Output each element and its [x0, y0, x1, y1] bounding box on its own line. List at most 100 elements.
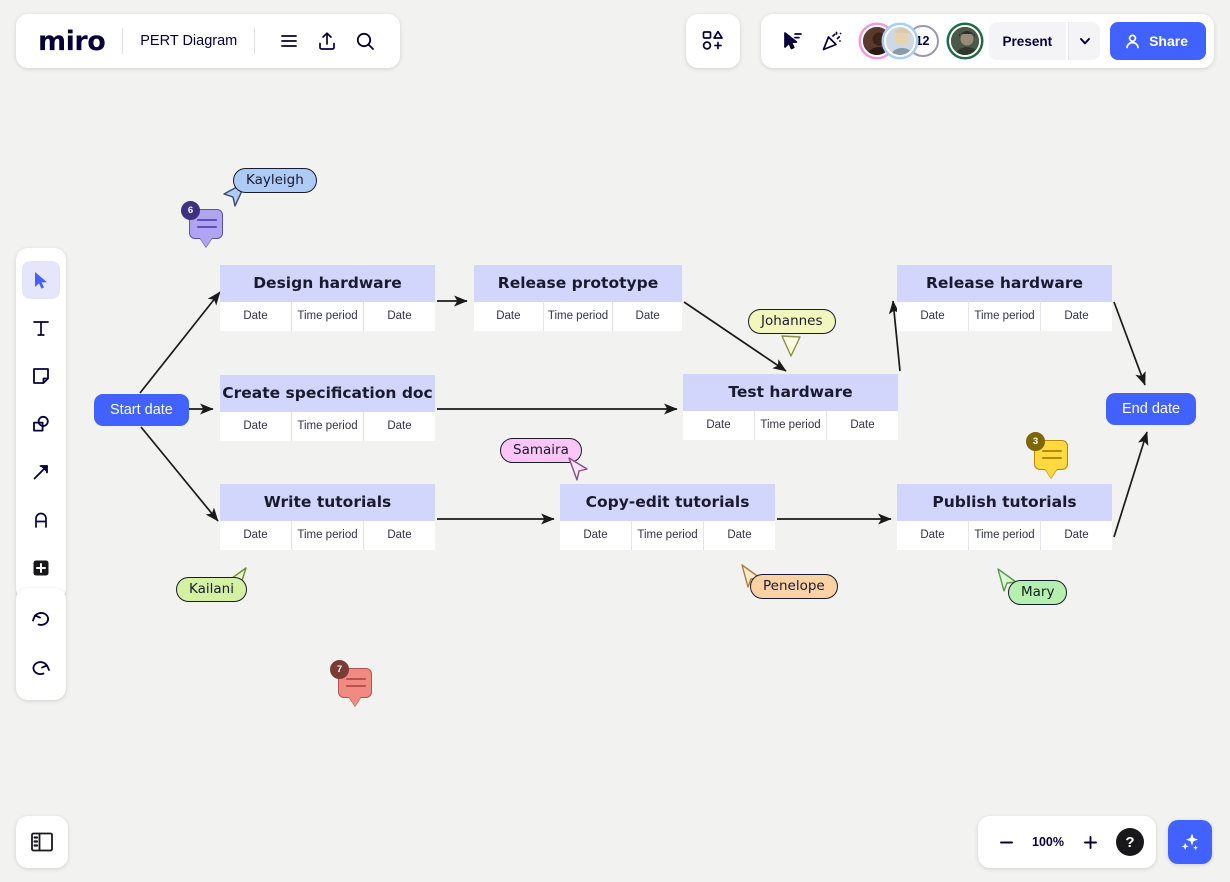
undo-button[interactable] [22, 601, 60, 639]
history-rail [16, 588, 66, 700]
node-cell-start-date[interactable]: Date [897, 302, 969, 331]
sticky-note-tool[interactable] [22, 357, 60, 395]
node-cell-end-date[interactable]: Date [364, 412, 435, 441]
node-title: Write tutorials [220, 484, 435, 521]
avatar-photo [950, 27, 979, 55]
comment-count-badge: 7 [330, 660, 349, 679]
pin-text-line [1042, 457, 1062, 460]
zoom-out-button[interactable] [990, 826, 1022, 858]
miro-logo[interactable]: miro [38, 28, 106, 55]
apps-panel-button[interactable] [686, 14, 740, 68]
node-cell-duration[interactable]: Time period [544, 302, 614, 331]
pert-node-test-hardware[interactable]: Test hardware Date Time period Date [683, 374, 898, 440]
top-right-toolbar: 12 Present Share [760, 14, 1214, 68]
miro-board-app: Start date End date Design hardware Date… [0, 0, 1230, 882]
text-T-icon [33, 321, 49, 336]
node-cell-end-date[interactable]: Date [704, 521, 775, 550]
text-tool[interactable] [22, 309, 60, 347]
cursor-name-label: Johannes [748, 309, 836, 334]
avatar[interactable] [883, 25, 916, 57]
party-popper-icon[interactable] [813, 22, 851, 60]
pert-node-release-hardware[interactable]: Release hardware Date Time period Date [897, 265, 1112, 331]
node-cell-start-date[interactable]: Date [220, 412, 292, 441]
node-cell-end-date[interactable]: Date [613, 302, 682, 331]
help-button[interactable]: ? [1116, 828, 1144, 856]
board-title[interactable]: PERT Diagram [140, 33, 237, 49]
terminal-end-date[interactable]: End date [1106, 393, 1197, 425]
node-cell-duration[interactable]: Time period [292, 302, 364, 331]
ai-assistant-button[interactable] [1168, 820, 1212, 864]
cursor-share-icon[interactable] [773, 22, 811, 60]
node-cells: Date Time period Date [897, 521, 1112, 550]
comment-count-badge: 3 [1026, 432, 1045, 451]
zoom-level-label[interactable]: 100% [1026, 835, 1070, 849]
chevron-down-icon [1079, 38, 1090, 45]
node-cell-duration[interactable]: Time period [969, 521, 1041, 550]
pert-node-copy-edit-tutorials[interactable]: Copy-edit tutorials Date Time period Dat… [560, 484, 775, 550]
select-tool[interactable] [22, 261, 60, 299]
comment-pin-6[interactable]: 6 [181, 201, 223, 239]
cursor-pointer-icon [568, 457, 588, 481]
share-button[interactable]: Share [1110, 22, 1206, 60]
shapes-icon [33, 415, 49, 432]
avatar-self[interactable] [948, 25, 981, 57]
node-cell-start-date[interactable]: Date [474, 302, 544, 331]
present-dropdown-toggle[interactable] [1068, 22, 1101, 60]
node-cell-end-date[interactable]: Date [1041, 521, 1112, 550]
node-cell-start-date[interactable]: Date [220, 302, 292, 331]
node-cell-duration[interactable]: Time period [969, 302, 1041, 331]
collaborator-avatars[interactable]: 12 [860, 25, 981, 57]
node-cell-duration[interactable]: Time period [292, 412, 364, 441]
pen-tool[interactable] [22, 501, 60, 539]
more-apps-tool[interactable] [22, 549, 60, 587]
zoom-controls: 100% ? [978, 816, 1156, 868]
node-cell-start-date[interactable]: Date [220, 521, 292, 550]
connector-tool[interactable] [22, 453, 60, 491]
pert-node-create-specification-doc[interactable]: Create specification doc Date Time perio… [220, 375, 435, 441]
arrow-diagonal-icon [33, 465, 48, 480]
node-cells: Date Time period Date [220, 521, 435, 550]
node-cell-duration[interactable]: Time period [292, 521, 364, 550]
search-icon[interactable] [348, 24, 382, 58]
zoom-in-button[interactable] [1074, 826, 1106, 858]
terminal-start-date[interactable]: Start date [94, 394, 189, 426]
node-cell-end-date[interactable]: Date [364, 521, 435, 550]
board-canvas[interactable]: Start date End date Design hardware Date… [0, 0, 1230, 882]
pert-node-design-hardware[interactable]: Design hardware Date Time period Date [220, 265, 435, 331]
sparkles-icon [1181, 833, 1198, 851]
shapes-tool[interactable] [22, 405, 60, 443]
node-cell-start-date[interactable]: Date [683, 411, 755, 440]
pin-text-line [346, 685, 366, 688]
node-cell-end-date[interactable]: Date [1041, 302, 1112, 331]
comment-pin-7[interactable]: 7 [330, 660, 372, 698]
node-title: Release prototype [474, 265, 682, 302]
pert-node-publish-tutorials[interactable]: Publish tutorials Date Time period Date [897, 484, 1112, 550]
comment-pin-3[interactable]: 3 [1026, 432, 1068, 470]
node-cell-start-date[interactable]: Date [897, 521, 969, 550]
node-title: Design hardware [220, 265, 435, 302]
plus-square-icon [33, 560, 49, 576]
pert-node-release-prototype[interactable]: Release prototype Date Time period Date [474, 265, 682, 331]
present-button[interactable]: Present [988, 22, 1067, 60]
upload-icon[interactable] [310, 24, 344, 58]
node-cell-duration[interactable]: Time period [632, 521, 704, 550]
node-cells: Date Time period Date [220, 412, 435, 441]
share-label: Share [1149, 33, 1188, 49]
node-cell-duration[interactable]: Time period [755, 411, 827, 440]
side-panel-toggle[interactable] [16, 816, 68, 868]
comment-count-badge: 6 [181, 201, 200, 220]
redo-button[interactable] [22, 649, 60, 687]
node-title: Create specification doc [220, 375, 435, 412]
apps-grid-icon [702, 30, 723, 50]
hamburger-menu-icon[interactable] [272, 24, 306, 58]
divider [254, 28, 256, 54]
terminal-label: End date [1122, 401, 1181, 417]
pert-node-write-tutorials[interactable]: Write tutorials Date Time period Date [220, 484, 435, 550]
node-cell-end-date[interactable]: Date [827, 411, 898, 440]
node-cell-start-date[interactable]: Date [560, 521, 632, 550]
redo-arrow-icon [32, 661, 50, 675]
person-icon [1126, 34, 1139, 48]
node-cell-end-date[interactable]: Date [364, 302, 435, 331]
pin-text-line [1042, 450, 1062, 453]
node-cells: Date Time period Date [683, 411, 898, 440]
